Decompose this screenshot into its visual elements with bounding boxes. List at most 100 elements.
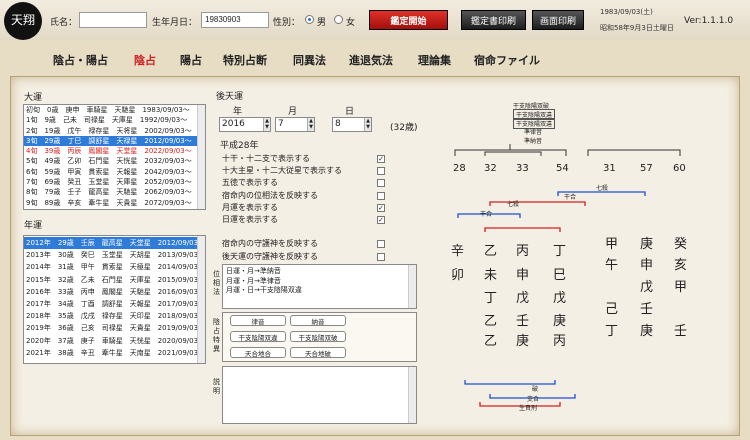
era-label: 平成28年 xyxy=(220,141,259,151)
rel-top-4: 準納音 xyxy=(524,138,543,145)
age-number: 54 xyxy=(556,163,569,174)
nenun-row[interactable]: 2021年 38歳 辛丑 牽牛星 天南星 2021/09/03〜 xyxy=(24,347,205,359)
nenun-row[interactable]: 2014年 31歳 甲午 貫索星 天極星 2014/09/03〜 xyxy=(24,261,205,273)
kanshi-char: 甲 xyxy=(605,237,619,252)
menu-insen[interactable]: 陰占 xyxy=(134,52,156,68)
birthdate-field[interactable]: 19830903 xyxy=(201,12,269,28)
tengou-chiha-button[interactable]: 天合地破 xyxy=(290,347,346,358)
menu-inyousen[interactable]: 陰占・陽占 xyxy=(53,52,108,68)
taiun-row[interactable]: 8旬 79歳 壬子 龍高星 天馳星 2062/09/03〜 xyxy=(24,187,205,197)
option-label: 月運を表示する xyxy=(222,203,278,212)
taiun-row[interactable]: 2旬 19歳 戊午 禄存星 天将星 2002/09/03〜 xyxy=(24,126,205,136)
kanshi-char: 乙 xyxy=(484,314,498,329)
nenun-row[interactable]: 2013年 30歳 癸巳 玉堂星 天胡星 2013/09/03〜 xyxy=(24,249,205,261)
option-label: 五徳で表示する xyxy=(222,178,278,187)
menu-yousen[interactable]: 陽占 xyxy=(180,52,202,68)
kanshi-char: 壬 xyxy=(674,324,688,339)
option-checkbox[interactable]: ✓ xyxy=(377,216,385,224)
nenun-row[interactable]: 2012年 29歳 壬辰 龍高星 天堂星 2012/09/03〜 xyxy=(24,237,205,250)
option-checkbox[interactable] xyxy=(377,179,385,187)
explain-box xyxy=(222,366,417,424)
kanshi-char: 乙 xyxy=(484,334,498,349)
rel-label-1: 干合 xyxy=(564,194,577,201)
nenun-row[interactable]: 2016年 33歳 丙申 鳳閣星 天馳星 2016/09/03〜 xyxy=(24,286,205,298)
kanshi-char: 庚 xyxy=(640,237,654,252)
isouhou-scrollbar[interactable] xyxy=(408,265,416,308)
option-checkbox[interactable] xyxy=(377,240,385,248)
menu-shukumei-file[interactable]: 宿命ファイル xyxy=(474,52,540,68)
option-label: 十大主星・十二大従星で表示する xyxy=(222,166,342,175)
name-field[interactable] xyxy=(79,12,147,28)
kanshi-char: 卯 xyxy=(451,268,465,283)
kanshi-char: 壬 xyxy=(640,302,654,317)
explain-label: 説明 xyxy=(213,378,220,395)
option-checkbox[interactable]: ✓ xyxy=(377,155,385,163)
nouin-button[interactable]: 納音 xyxy=(290,315,346,326)
option-checkbox[interactable] xyxy=(377,192,385,200)
kanshi-char: 巳 xyxy=(553,268,567,283)
menu-rironshu[interactable]: 理論集 xyxy=(418,52,451,68)
day-spinner[interactable]: 8 ▲ ▼ xyxy=(332,117,372,132)
option-checkbox[interactable]: ✓ xyxy=(377,204,385,212)
taiun-row[interactable]: 5旬 49歳 乙卯 石門星 天恍星 2032/09/03〜 xyxy=(24,156,205,166)
kanshi-char: 丙 xyxy=(553,334,567,349)
version-label: Ver:1.1.1.0 xyxy=(684,16,734,26)
chart-diagram xyxy=(424,92,736,428)
age-number: 57 xyxy=(640,163,653,174)
nenun-list[interactable]: 2012年 29歳 壬辰 龍高星 天堂星 2012/09/03〜 2013年 30… xyxy=(23,235,206,364)
rel-label-2: 七殺 xyxy=(507,201,520,208)
taiun-row[interactable]: 9旬 89歳 辛亥 牽牛星 天貴星 2072/09/03〜 xyxy=(24,198,205,208)
tengou-chigou-button[interactable]: 天合地合 xyxy=(230,347,286,358)
kanshi-char: 癸 xyxy=(674,237,688,252)
start-reading-button[interactable]: 鑑定開始 xyxy=(369,10,448,30)
taiun-list[interactable]: 初旬 0歳 庚申 車騎星 天馳星 1983/09/03〜 1旬 9歳 己未 司禄星… xyxy=(23,104,206,210)
screen-print-button[interactable]: 画面印刷 xyxy=(532,10,584,30)
taiun-row[interactable]: 初旬 0歳 庚申 車騎星 天馳星 1983/09/03〜 xyxy=(24,105,205,115)
nenun-row[interactable]: 2015年 32歳 乙未 石門星 天庫星 2015/09/03〜 xyxy=(24,274,205,286)
rel-bottom-1: 支合 xyxy=(527,396,540,403)
nenun-row[interactable]: 2019年 36歳 己亥 司禄星 天貴星 2019/09/03〜 xyxy=(24,322,205,334)
taiun-row[interactable]: 4旬 39歳 丙辰 鳳閣星 天堂星 2022/09/03〜 xyxy=(24,146,205,156)
kanshi-char: 丁 xyxy=(605,324,619,339)
print-report-button[interactable]: 鑑定書印刷 xyxy=(461,10,526,30)
kanshi-char: 申 xyxy=(640,258,654,273)
name-label: 氏名： xyxy=(50,18,78,28)
menu-shintaikihou[interactable]: 進退気法 xyxy=(349,52,393,68)
taiun-scrollbar[interactable] xyxy=(197,105,205,209)
taiun-row[interactable]: 1旬 9歳 己未 司禄星 天庫星 1992/09/03〜 xyxy=(24,115,205,125)
taiun-row[interactable]: 7旬 69歳 癸丑 玉堂星 天庫星 2052/09/03〜 xyxy=(24,177,205,187)
isouhou-line: 日運・月→準納音 xyxy=(226,267,281,275)
taiun-row[interactable]: 6旬 59歳 甲寅 貫索星 天報星 2042/09/03〜 xyxy=(24,167,205,177)
nenun-title: 年運 xyxy=(24,221,43,231)
kanshi-soui-button[interactable]: 干支陰陽双違 xyxy=(230,331,286,342)
rel-bottom-2: 生貴刑 xyxy=(519,405,538,412)
option-checkbox[interactable] xyxy=(377,167,385,175)
gender-female-radio[interactable] xyxy=(334,15,343,24)
kanshi-souha-button[interactable]: 干支陰陽双破 xyxy=(290,331,346,342)
kanshi-char: 壬 xyxy=(516,314,530,329)
option-label: 十干・十二支で表示する xyxy=(222,154,310,163)
menu-tokubetsu[interactable]: 特別占断 xyxy=(223,52,267,68)
month-label: 月 xyxy=(288,107,298,117)
kanshi-char: 庚 xyxy=(516,334,530,349)
isouhou-line: 月運・月→準律音 xyxy=(226,276,281,285)
option-checkbox[interactable] xyxy=(377,253,385,261)
taiun-row[interactable]: 3旬 29歳 丁巳 調舒星 天禄星 2012/09/03〜 xyxy=(24,135,205,147)
option-label: 日運を表示する xyxy=(222,215,278,224)
rel-bottom-0: 破 xyxy=(532,386,539,393)
year-spinner[interactable]: 2016 ▲ ▼ xyxy=(219,117,271,132)
rel-label-3: 干合 xyxy=(480,211,493,218)
ritsuin-button[interactable]: 律音 xyxy=(230,315,286,326)
nenun-row[interactable]: 2017年 34歳 丁酉 調舒星 天報星 2017/09/03〜 xyxy=(24,298,205,310)
kanshi-char: 丙 xyxy=(516,244,530,259)
menu-douihou[interactable]: 同異法 xyxy=(293,52,326,68)
month-spinner[interactable]: 7 ▲ ▼ xyxy=(275,117,315,132)
nenun-row[interactable]: 2020年 37歳 庚子 車騎星 天恍星 2020/09/03〜 xyxy=(24,335,205,347)
kouten-title: 後天運 xyxy=(216,92,244,102)
option-label: 後天運の守護神を反映する xyxy=(222,252,318,261)
gender-male-radio[interactable] xyxy=(305,15,314,24)
nenun-row[interactable]: 2018年 35歳 戊戌 禄存星 天印星 2018/09/03〜 xyxy=(24,310,205,322)
kanshi-char: 庚 xyxy=(553,314,567,329)
explain-scrollbar[interactable] xyxy=(408,367,416,423)
nenun-scrollbar[interactable] xyxy=(197,236,205,363)
